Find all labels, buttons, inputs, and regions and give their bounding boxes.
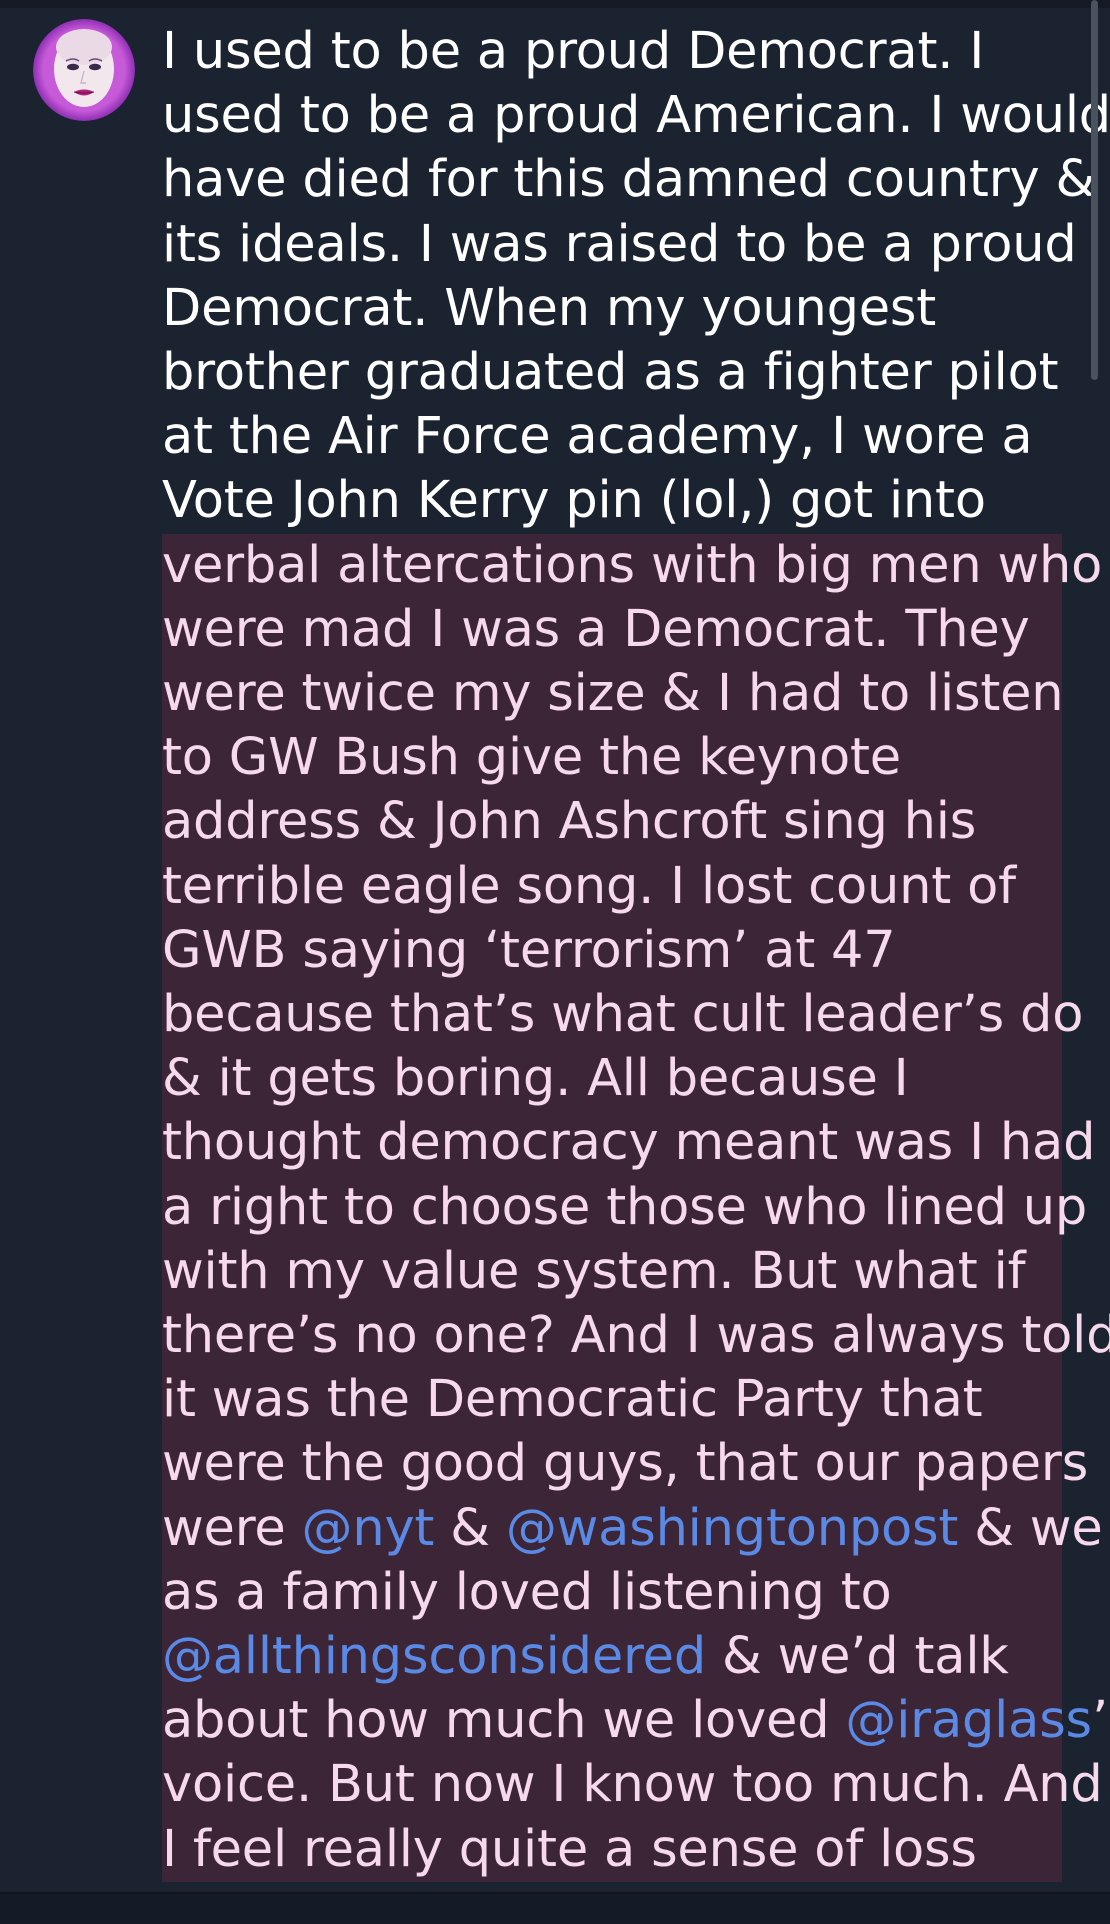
caption-line: Democrat. When my youngest — [162, 278, 937, 338]
caption-line: I used to be a proud Democrat. I — [162, 22, 985, 81]
post-caption: I used to be a proud Democrat. I used to… — [162, 20, 1110, 1882]
caption-line: its ideals. I was raised to be a proud — [162, 214, 1077, 274]
caption-text: about how much we loved — [162, 1691, 846, 1751]
caption-text: were — [162, 1498, 302, 1558]
caption-line-selected: @allthingsconsidered & we’d talk — [162, 1625, 1062, 1690]
caption-line-selected: were the good guys, that our papers — [162, 1432, 1088, 1497]
caption-line-selected: because that’s what cult leader’s do — [162, 983, 1083, 1048]
caption-line-selected: terrible eagle song. I lost count of — [162, 854, 1062, 919]
caption-line-selected: it was the Democratic Party that — [162, 1368, 1062, 1433]
caption-line-selected: verbal altercations with big men who — [162, 533, 1102, 598]
caption-line-selected: were twice my size & I had to listen — [162, 662, 1064, 727]
caption-line-selected: address & John Ashcroft sing his — [162, 790, 1062, 855]
caption-line-selected: a right to choose those who lined up — [162, 1175, 1087, 1240]
caption-line-selected: to GW Bush give the keynote — [162, 726, 1062, 791]
caption-line-selected: as a family loved listening to — [162, 1560, 1062, 1626]
caption-line: at the Air Force academy, I wore a — [162, 407, 1033, 467]
caption-line-selected: thought democracy meant was I had — [162, 1111, 1095, 1176]
caption-line-selected: GWB saying ‘terrorism’ at 47 — [162, 918, 1062, 984]
caption-line: used to be a proud American. I would — [162, 86, 1110, 146]
caption-text: & — [434, 1498, 506, 1558]
caption-line-selected: about how much we loved @iraglass’ — [162, 1689, 1108, 1754]
caption-line: Vote John Kerry pin (lol,) got into — [162, 471, 986, 531]
caption-line-selected: & it gets boring. All because I — [162, 1047, 1062, 1112]
mention-link-nyt[interactable]: @nyt — [302, 1499, 435, 1558]
caption-text: & we’d talk — [706, 1627, 1009, 1687]
post-caption-container: I used to be a proud Democrat. I used to… — [0, 0, 1110, 1892]
caption-line-selected: were @nyt & @washingtonpost & we — [162, 1496, 1103, 1561]
caption-line-selected: with my value system. But what if — [162, 1239, 1062, 1305]
bottom-bar — [0, 1892, 1110, 1924]
caption-text: ’ — [1091, 1691, 1108, 1751]
caption-line-selected: there’s no one? And I was always told — [162, 1304, 1110, 1369]
vertical-scrollbar[interactable] — [1091, 0, 1098, 380]
caption-line-selected: I feel really quite a sense of loss — [162, 1817, 1062, 1882]
caption-line: have died for this damned country & — [162, 150, 1096, 210]
caption-line-selected: voice. But now I know too much. And — [162, 1753, 1103, 1818]
mention-link-washingtonpost[interactable]: @washingtonpost — [506, 1499, 959, 1558]
avatar-illustrated-face-icon — [33, 19, 135, 121]
mention-link-allthingsconsidered[interactable]: @allthingsconsidered — [162, 1627, 706, 1686]
caption-line: brother graduated as a fighter pilot — [162, 343, 1059, 403]
profile-avatar[interactable] — [33, 19, 135, 121]
mention-link-iraglass[interactable]: @iraglass — [845, 1691, 1092, 1750]
caption-text: & we — [958, 1498, 1103, 1558]
caption-line-selected: were mad I was a Democrat. They — [162, 597, 1062, 663]
